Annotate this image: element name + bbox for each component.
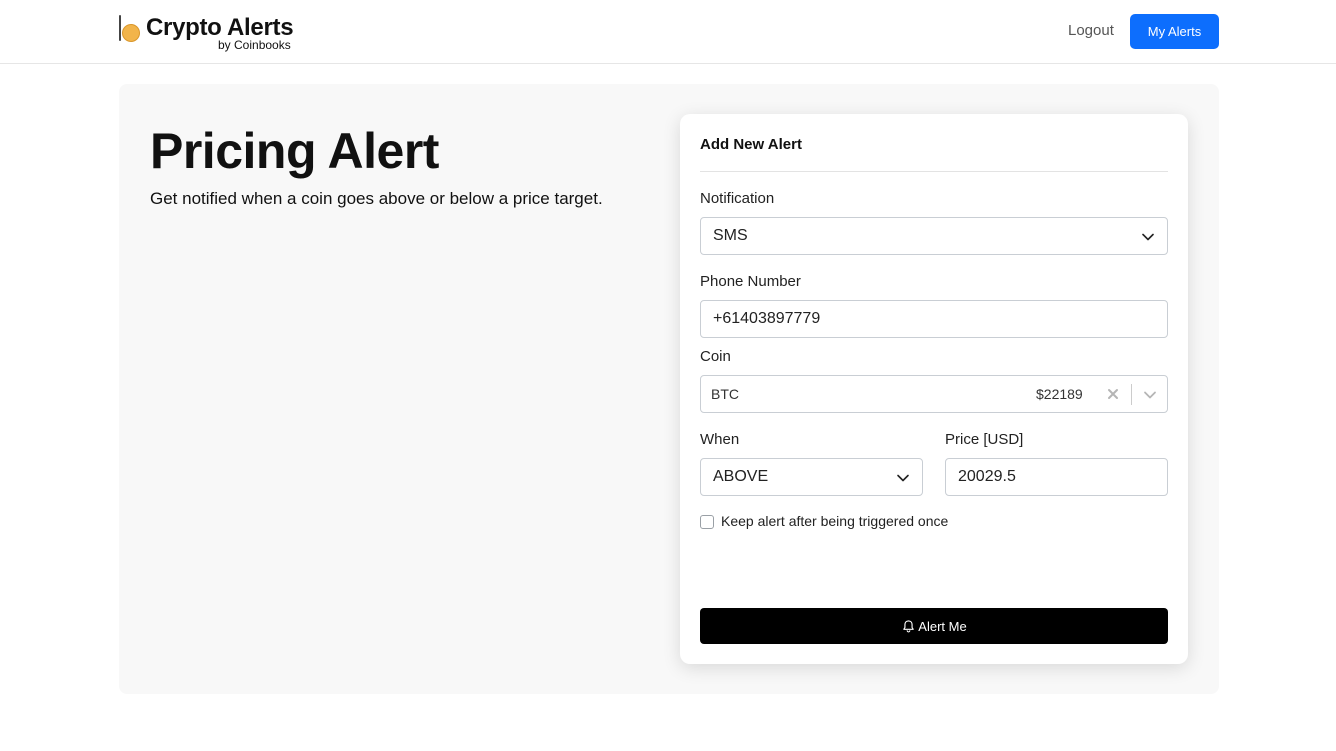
notification-select[interactable]: SMS — [700, 217, 1168, 255]
bell-icon — [903, 619, 915, 633]
when-label: When — [700, 431, 740, 448]
when-select[interactable]: ABOVE — [700, 458, 923, 496]
clear-icon[interactable] — [1106, 387, 1120, 401]
chevron-down-icon — [897, 474, 909, 482]
when-value: ABOVE — [713, 468, 769, 485]
brand-subtitle: by Coinbooks — [218, 38, 291, 52]
card-divider — [700, 171, 1168, 172]
notification-label: Notification — [700, 190, 775, 207]
coin-symbol: BTC — [711, 386, 739, 402]
alert-me-button[interactable]: Alert Me — [700, 608, 1168, 644]
phone-input[interactable]: +61403897779 — [700, 300, 1168, 338]
chevron-down-icon — [1142, 233, 1154, 241]
phone-value: +61403897779 — [713, 310, 821, 327]
page-subtitle: Get notified when a coin goes above or b… — [150, 189, 603, 208]
coin-select[interactable]: BTC $22189 — [700, 375, 1168, 413]
chevron-down-icon[interactable] — [1143, 388, 1157, 402]
my-alerts-button[interactable]: My Alerts — [1130, 14, 1219, 49]
coin-logo-icon — [118, 15, 142, 43]
card-title: Add New Alert — [700, 136, 802, 153]
coin-price: $22189 — [1036, 386, 1083, 402]
navbar: Crypto Alerts by Coinbooks Logout My Ale… — [0, 0, 1336, 64]
logout-link[interactable]: Logout — [1068, 22, 1114, 39]
notification-value: SMS — [713, 227, 748, 244]
keep-alert-label[interactable]: Keep alert after being triggered once — [721, 513, 948, 529]
price-input[interactable]: 20029.5 — [945, 458, 1168, 496]
page-title: Pricing Alert — [150, 123, 439, 179]
keep-alert-checkbox[interactable] — [700, 515, 714, 529]
coin-label: Coin — [700, 348, 731, 365]
alert-me-label: Alert Me — [918, 618, 967, 634]
brand[interactable]: Crypto Alerts by Coinbooks — [118, 13, 308, 53]
coin-select-separator — [1131, 384, 1132, 405]
price-value: 20029.5 — [958, 468, 1016, 485]
phone-label: Phone Number — [700, 273, 801, 290]
add-alert-card: Add New Alert Notification SMS Phone Num… — [680, 114, 1188, 664]
price-label: Price [USD] — [945, 431, 1024, 448]
